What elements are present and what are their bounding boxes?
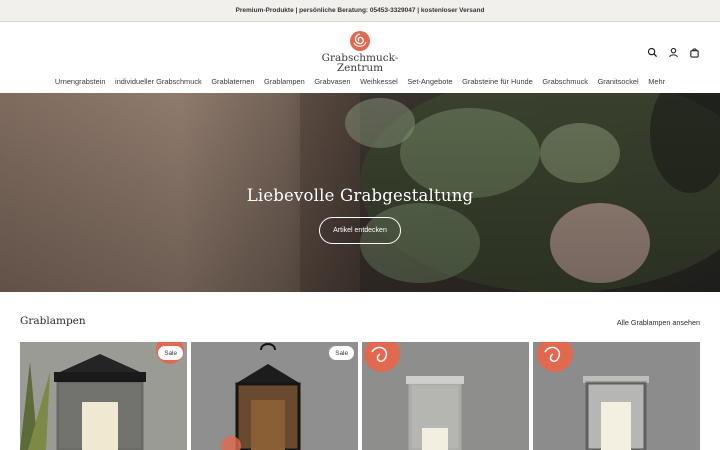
logo[interactable]: Grabschmuck- Zentrum [312,30,408,76]
nav-item-grabschmuck[interactable]: Grabschmuck [538,77,593,86]
view-all-link[interactable]: Alle Grablampen ansehen [617,318,700,327]
hero-cta-button[interactable]: Artikel entdecken [319,217,401,244]
sale-badge: Sale [329,346,354,360]
nav-item-urnengrabstein[interactable]: Urnengrabstein [50,77,110,86]
account-icon[interactable] [668,45,679,58]
product-grid: Sale Sale [20,342,700,450]
product-image [533,342,700,450]
hero-banner: Liebevolle Grabgestaltung Artikel entdec… [0,93,720,292]
announcement-text: Premium-Produkte | persönliche Beratung:… [235,7,485,14]
nav-item-grablaternen[interactable]: Grablaternen [207,77,260,86]
announcement-bar: Premium-Produkte | persönliche Beratung:… [0,0,720,22]
hero-title: Liebevolle Grabgestaltung [246,186,474,205]
section-title: Grablampen [20,315,86,327]
nav-item-set-angebote[interactable]: Set-Angebote [403,77,458,86]
nav-item-weihkessel[interactable]: Weihkessel [355,77,402,86]
site-header: Grabschmuck- Zentrum Urnengrabstein indi… [0,22,720,93]
product-card[interactable] [362,342,529,450]
nav-item-mehr[interactable]: Mehr [643,77,669,86]
product-card[interactable]: Sale [191,342,358,450]
search-icon[interactable] [647,45,658,58]
logo-text: Grabschmuck- Zentrum [312,53,408,74]
header-actions [647,45,700,58]
sale-badge: Sale [158,346,183,360]
logo-line-2: Zentrum [336,62,384,74]
main-nav: Urnengrabstein individueller Grabschmuck… [0,77,720,86]
product-image [362,342,529,450]
nav-item-granitsockel[interactable]: Granitsockel [593,77,644,86]
nav-item-grabsteine-fuer-hunde[interactable]: Grabsteine für Hunde [457,77,537,86]
product-card[interactable] [533,342,700,450]
product-card[interactable]: Sale [20,342,187,450]
rose-logo-icon [350,31,370,51]
nav-item-grabvasen[interactable]: Grabvasen [310,77,356,86]
cart-icon[interactable] [689,45,700,58]
nav-item-individueller-grabschmuck[interactable]: individueller Grabschmuck [110,77,206,86]
nav-item-grablampen[interactable]: Grablampen [259,77,309,86]
